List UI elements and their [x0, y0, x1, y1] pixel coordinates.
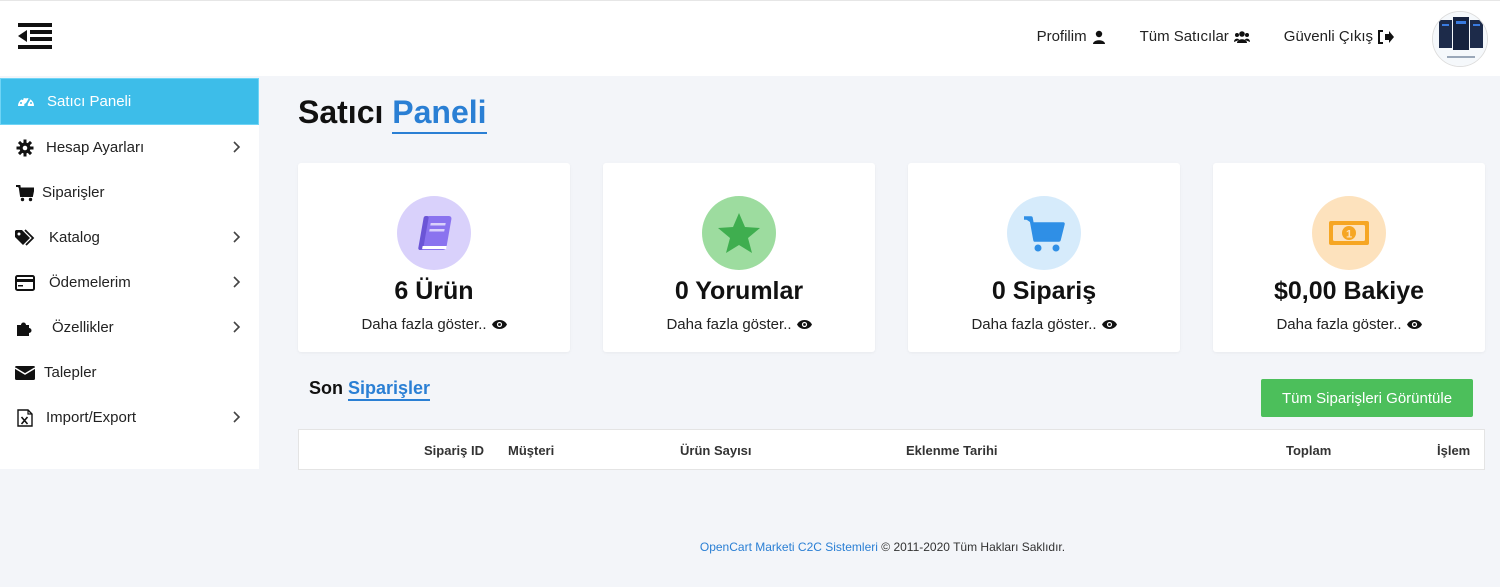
users-icon — [1233, 30, 1250, 43]
sidebar-item-payments[interactable]: Ödemelerim — [0, 260, 259, 305]
profile-link[interactable]: Profilim — [1037, 28, 1106, 45]
stat-value-reviews: 0 Yorumlar — [674, 277, 804, 305]
excel-file-icon — [14, 408, 36, 428]
eye-icon — [796, 320, 812, 329]
tags-icon — [14, 228, 36, 248]
sign-out-icon — [1378, 29, 1394, 44]
stat-value-orders: 0 Sipariş — [991, 277, 1097, 305]
page-title-part1: Satıcı — [298, 94, 384, 130]
footer-link[interactable]: OpenCart Marketi C2C Sistemleri — [700, 540, 878, 554]
menu-toggle-icon[interactable] — [18, 23, 52, 49]
page-title-part2: Paneli — [392, 94, 487, 134]
column-header-date-added[interactable]: Eklenme Tarihi — [906, 443, 998, 458]
sidebar-item-label: Talepler — [44, 364, 97, 381]
puzzle-icon — [14, 318, 36, 338]
header-nav: Profilim Tüm Satıcılar Güvenli Çıkış — [1037, 28, 1394, 45]
cart-icon — [14, 183, 36, 203]
eye-icon — [491, 320, 507, 329]
show-more-label: Daha fazla göster.. — [666, 316, 792, 333]
show-more-label: Daha fazla göster.. — [1276, 316, 1402, 333]
column-header-order-id[interactable]: Sipariş ID — [424, 443, 484, 458]
sidebar-item-seller-panel[interactable]: Satıcı Paneli — [0, 78, 259, 125]
envelope-icon — [14, 363, 36, 383]
sidebar-item-label: Katalog — [49, 229, 100, 246]
sidebar-item-label: Hesap Ayarları — [46, 139, 145, 156]
book-icon — [397, 196, 471, 270]
stat-card-products: 6 Ürün Daha fazla göster.. — [298, 163, 570, 352]
page-title: Satıcı Paneli — [298, 94, 487, 134]
sidebar-item-orders[interactable]: Siparişler — [0, 170, 259, 215]
show-more-label: Daha fazla göster.. — [971, 316, 1097, 333]
show-more-label: Daha fazla göster.. — [361, 316, 487, 333]
show-more-reviews-link[interactable]: Daha fazla göster.. — [603, 316, 875, 333]
sidebar-item-label: Import/Export — [46, 409, 137, 426]
view-all-orders-button[interactable]: Tüm Siparişleri Görüntüle — [1261, 379, 1473, 417]
sidebar-item-account-settings[interactable]: Hesap Ayarları — [0, 125, 259, 170]
avatar[interactable] — [1432, 11, 1488, 67]
stat-card-orders: 0 Sipariş Daha fazla göster.. — [908, 163, 1180, 352]
logout-link[interactable]: Güvenli Çıkış — [1284, 28, 1394, 45]
svg-text:1: 1 — [1346, 229, 1352, 241]
orders-table: Sipariş ID Müşteri Ürün Sayısı Eklenme T… — [298, 429, 1485, 470]
gear-icon — [14, 138, 36, 158]
stat-value-products: 6 Ürün — [394, 277, 474, 305]
avatar-image-icon — [1433, 12, 1487, 66]
sidebar-item-import-export[interactable]: Import/Export — [0, 395, 259, 440]
show-more-balance-link[interactable]: Daha fazla göster.. — [1213, 316, 1485, 333]
recent-orders-title-part1: Son — [309, 378, 343, 398]
all-sellers-label: Tüm Satıcılar — [1139, 28, 1229, 45]
star-icon — [702, 196, 776, 270]
footer-copyright: © 2011-2020 Tüm Hakları Saklıdır. — [881, 540, 1066, 554]
sidebar-item-label: Siparişler — [42, 184, 105, 201]
sidebar-item-requests[interactable]: Talepler — [0, 350, 259, 395]
eye-icon — [1406, 320, 1422, 329]
profile-label: Profilim — [1036, 28, 1087, 45]
column-header-product-count[interactable]: Ürün Sayısı — [680, 443, 752, 458]
footer: OpenCart Marketi C2C Sistemleri © 2011-2… — [0, 540, 1500, 554]
all-sellers-link[interactable]: Tüm Satıcılar — [1140, 28, 1250, 45]
top-header: Profilim Tüm Satıcılar Güvenli Çıkış — [0, 0, 1500, 76]
stat-card-reviews: 0 Yorumlar Daha fazla göster.. — [603, 163, 875, 352]
chevron-right-icon — [233, 410, 241, 426]
logout-label: Güvenli Çıkış — [1283, 28, 1373, 45]
credit-card-icon — [14, 273, 36, 293]
user-icon — [1092, 30, 1105, 44]
eye-icon — [1101, 320, 1117, 329]
sidebar: Satıcı Paneli Hesap Ayarları Siparişler … — [0, 78, 259, 469]
chevron-right-icon — [233, 230, 241, 246]
recent-orders-title: Son Siparişler — [309, 378, 431, 401]
sidebar-item-label: Ödemelerim — [49, 274, 131, 291]
column-header-total[interactable]: Toplam — [1286, 443, 1331, 458]
sidebar-item-label: Özellikler — [52, 319, 114, 336]
sidebar-item-label: Satıcı Paneli — [47, 93, 132, 110]
chevron-right-icon — [233, 275, 241, 291]
sidebar-item-features[interactable]: Özellikler — [0, 305, 259, 350]
money-icon: 1 — [1312, 196, 1386, 270]
dashboard-icon — [15, 92, 37, 112]
cart-icon — [1007, 196, 1081, 270]
column-header-action: İşlem — [1437, 443, 1471, 458]
column-header-customer[interactable]: Müşteri — [508, 443, 554, 458]
sidebar-item-catalog[interactable]: Katalog — [0, 215, 259, 260]
recent-orders-title-part2: Siparişler — [348, 378, 431, 401]
show-more-orders-link[interactable]: Daha fazla göster.. — [908, 316, 1180, 333]
stat-card-balance: 1 $0,00 Bakiye Daha fazla göster.. — [1213, 163, 1485, 352]
show-more-products-link[interactable]: Daha fazla göster.. — [298, 316, 570, 333]
chevron-right-icon — [233, 320, 241, 336]
chevron-right-icon — [233, 140, 241, 156]
stat-value-balance: $0,00 Bakiye — [1273, 277, 1425, 305]
